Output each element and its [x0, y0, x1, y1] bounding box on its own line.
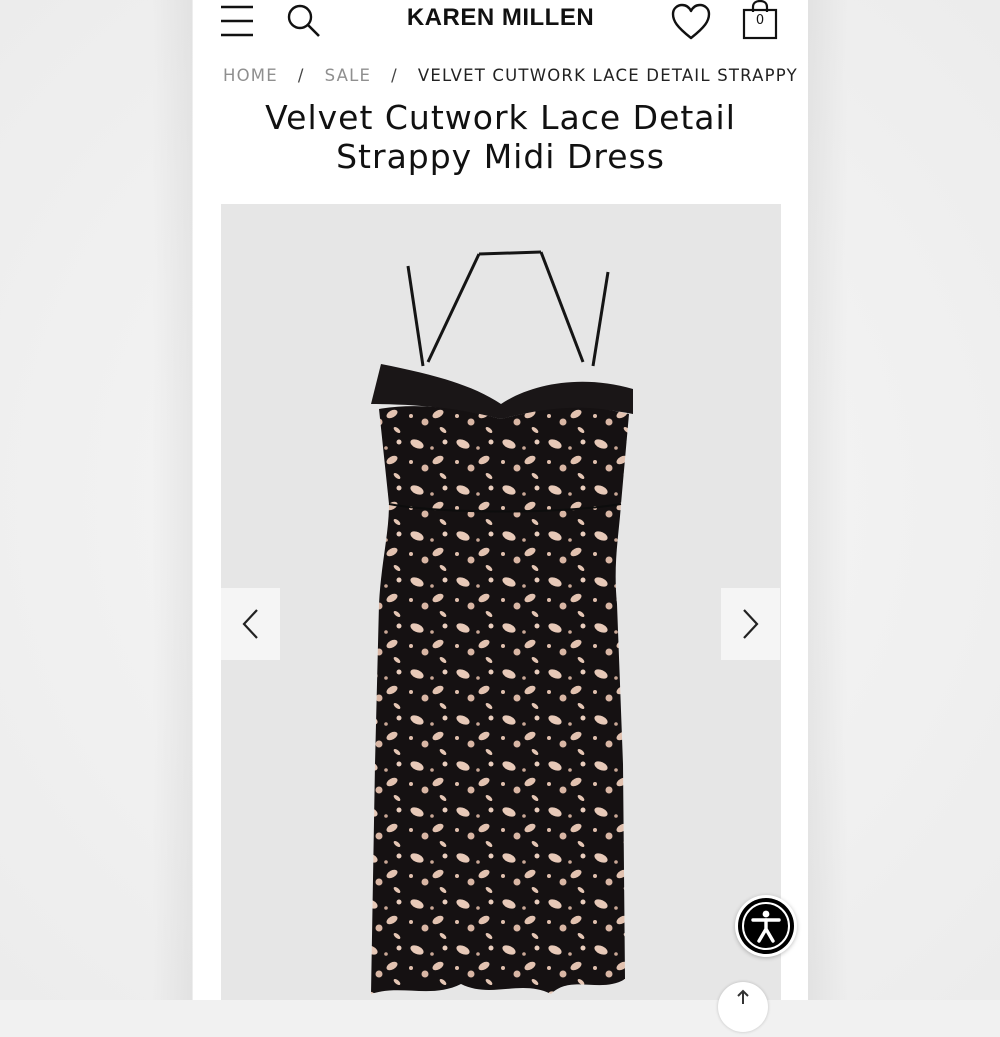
breadcrumb: HOME / SALE / VELVET CUTWORK LACE DETAIL STR… [223, 66, 808, 85]
search-icon[interactable] [285, 2, 321, 38]
right-edge-shadow [808, 0, 848, 1000]
product-title-line-1: Velvet Cutwork Lace Detail [265, 98, 736, 137]
accessibility-button[interactable] [735, 895, 797, 957]
product-image-gallery[interactable] [221, 204, 781, 1000]
heart-icon[interactable] [671, 3, 711, 41]
breadcrumb-current: VELVET CUTWORK LACE DETAIL STRAPPY [417, 66, 798, 85]
breadcrumb-sale[interactable]: SALE [325, 66, 372, 85]
site-header: KAREN MILLEN 0 [193, 0, 808, 46]
chevron-left-icon [242, 609, 258, 639]
share-button[interactable] [718, 982, 768, 1032]
brand-logo[interactable]: KAREN MILLEN [343, 4, 658, 32]
gallery-next-button[interactable] [721, 588, 780, 660]
left-edge-shadow [152, 0, 192, 1000]
accessibility-icon [738, 898, 794, 954]
breadcrumb-separator: / [297, 66, 305, 85]
product-image-dress [371, 250, 633, 995]
hamburger-menu-icon[interactable] [220, 4, 254, 38]
product-page: KAREN MILLEN 0 HOME / SALE / VELVET CUTWORK … [193, 0, 808, 1000]
bag-count-badge: 0 [755, 13, 765, 28]
chevron-right-icon [743, 609, 759, 639]
breadcrumb-home[interactable]: HOME [223, 66, 278, 85]
share-icon [737, 989, 749, 1004]
gallery-prev-button[interactable] [221, 588, 280, 660]
product-title-line-2: Strappy Midi Dress [336, 137, 665, 176]
breadcrumb-separator: / [391, 66, 398, 85]
product-title: Velvet Cutwork Lace Detail Strappy Midi … [213, 98, 788, 176]
